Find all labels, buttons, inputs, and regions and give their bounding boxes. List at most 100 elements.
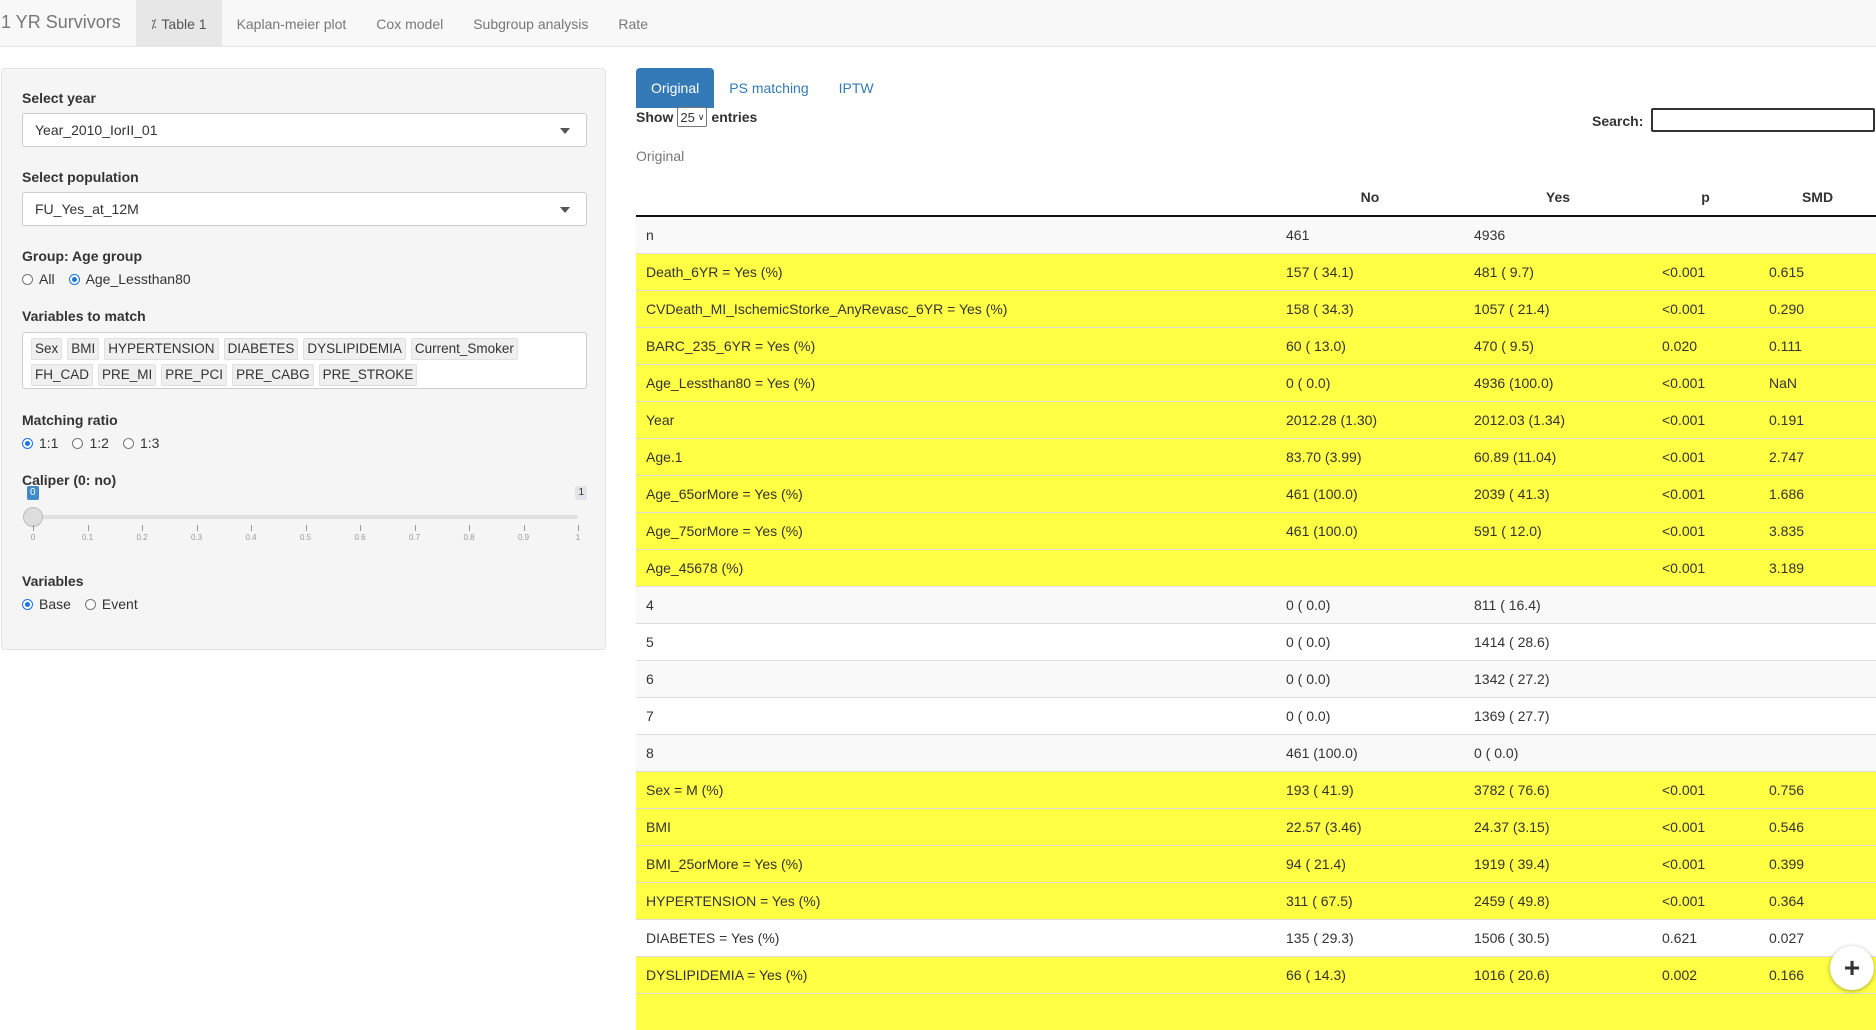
- radio-button[interactable]: [72, 438, 83, 449]
- tab-table-1[interactable]: ⁒ Table 1: [136, 0, 222, 47]
- plus-icon: +: [1844, 952, 1860, 984]
- add-button[interactable]: +: [1830, 946, 1874, 990]
- table-cell: 135 ( 29.3): [1276, 920, 1464, 957]
- table-cell: <0.001: [1652, 883, 1759, 920]
- slider-tick: [306, 525, 307, 531]
- search-input[interactable]: [1651, 108, 1875, 132]
- match-tag[interactable]: PRE_STROKE: [319, 364, 418, 386]
- table-container: NoYespSMD n4614936Death_6YR = Yes (%)157…: [636, 178, 1876, 1030]
- match-tag[interactable]: Sex: [31, 338, 62, 360]
- table-cell: Death_6YR = Yes (%): [636, 254, 1276, 291]
- table-row: Year2012.28 (1.30)2012.03 (1.34)<0.0010.…: [636, 402, 1876, 439]
- table-cell: 0.621: [1652, 920, 1759, 957]
- match-tag[interactable]: DIABETES: [224, 338, 299, 360]
- column-header[interactable]: p: [1652, 178, 1759, 216]
- tab-kaplan-meier-plot[interactable]: Kaplan-meier plot: [222, 0, 362, 47]
- match-tag[interactable]: PRE_PCI: [161, 364, 227, 386]
- table-cell: 5: [636, 624, 1276, 661]
- slider-handle[interactable]: [23, 507, 43, 527]
- table-cell: [1652, 698, 1759, 735]
- ratio-radio-group: 1:1 1:2 1:3: [22, 435, 173, 451]
- ratio-option-1-2[interactable]: 1:2: [72, 435, 108, 451]
- table-cell: 1369 ( 27.7): [1464, 698, 1652, 735]
- search-label: Search:: [1592, 113, 1643, 129]
- ratio-option-1-1[interactable]: 1:1: [22, 435, 58, 451]
- show-entries-control: Show 25 ∨ entries: [636, 107, 757, 127]
- tab-label: Rate: [618, 16, 648, 32]
- table-cell: [1759, 216, 1876, 254]
- radio-button[interactable]: [85, 599, 96, 610]
- table-cell: 1506 ( 30.5): [1464, 920, 1652, 957]
- table-row: Age.183.70 (3.99)60.89 (11.04)<0.0012.74…: [636, 439, 1876, 476]
- column-header[interactable]: [636, 178, 1276, 216]
- table-cell: 157 ( 34.1): [1276, 254, 1464, 291]
- table-cell: 0 ( 0.0): [1276, 365, 1464, 402]
- group-option-age-lessthan80[interactable]: Age_Lessthan80: [69, 271, 191, 287]
- table-cell: [1759, 587, 1876, 624]
- table-cell: [1276, 994, 1464, 1030]
- column-header[interactable]: Yes: [1464, 178, 1652, 216]
- tab-original[interactable]: Original: [636, 68, 714, 108]
- slider-tick: [469, 525, 470, 531]
- slider-tick-label: 0.2: [136, 533, 147, 542]
- match-tag[interactable]: FH_CAD: [31, 364, 93, 386]
- radio-button-selected[interactable]: [22, 438, 33, 449]
- table-cell: 8: [636, 735, 1276, 772]
- table-row: 8461 (100.0)0 ( 0.0): [636, 735, 1876, 772]
- tab-rate[interactable]: Rate: [603, 0, 663, 47]
- table-cell: n: [636, 216, 1276, 254]
- table-cell: Age.1: [636, 439, 1276, 476]
- radio-button[interactable]: [22, 274, 33, 285]
- table-cell: 2012.03 (1.34): [1464, 402, 1652, 439]
- year-select[interactable]: Year_2010_IorII_01: [22, 113, 587, 147]
- table-cell: 461 (100.0): [1276, 513, 1464, 550]
- table-cell: 1342 ( 27.2): [1464, 661, 1652, 698]
- table-cell: [636, 994, 1276, 1030]
- table-cell: 0.191: [1759, 402, 1876, 439]
- variables-option-base[interactable]: Base: [22, 596, 71, 612]
- table-cell: [1759, 735, 1876, 772]
- table-cell: <0.001: [1652, 846, 1759, 883]
- group-option-all[interactable]: All: [22, 271, 55, 287]
- entries-select[interactable]: 25 ∨: [677, 107, 707, 127]
- column-header[interactable]: No: [1276, 178, 1464, 216]
- match-tag[interactable]: PRE_MI: [98, 364, 156, 386]
- table-cell: Age_75orMore = Yes (%): [636, 513, 1276, 550]
- table-cell: Year: [636, 402, 1276, 439]
- table-row: Death_6YR = Yes (%)157 ( 34.1)481 ( 9.7)…: [636, 254, 1876, 291]
- slider-tick-label: 0: [31, 533, 35, 542]
- tab-subgroup-analysis[interactable]: Subgroup analysis: [458, 0, 603, 47]
- match-variables-label: Variables to match: [22, 308, 146, 324]
- table-header-row: NoYespSMD: [636, 178, 1876, 216]
- table-cell: 94 ( 21.4): [1276, 846, 1464, 883]
- table-row: BMI22.57 (3.46)24.37 (3.15)<0.0010.546: [636, 809, 1876, 846]
- match-tag[interactable]: BMI: [67, 338, 99, 360]
- match-tag[interactable]: PRE_CABG: [232, 364, 314, 386]
- match-tag[interactable]: HYPERTENSION: [104, 338, 218, 360]
- slider-tick-label: 0.1: [82, 533, 93, 542]
- app-brand[interactable]: 1 YR Survivors: [1, 12, 121, 33]
- tab-ps-matching[interactable]: PS matching: [714, 68, 823, 108]
- match-tag[interactable]: Current_Smoker: [411, 338, 518, 360]
- column-header[interactable]: SMD: [1759, 178, 1876, 216]
- slider-tick: [415, 525, 416, 531]
- radio-button-selected[interactable]: [69, 274, 80, 285]
- tab-iptw[interactable]: IPTW: [824, 68, 889, 108]
- radio-label: 1:3: [140, 435, 159, 451]
- population-select[interactable]: FU_Yes_at_12M: [22, 192, 587, 226]
- table-cell: 3.835: [1759, 513, 1876, 550]
- slider-track[interactable]: [33, 515, 578, 519]
- table-row: Age_65orMore = Yes (%)461 (100.0)2039 ( …: [636, 476, 1876, 513]
- match-tag[interactable]: DYSLIPIDEMIA: [303, 338, 406, 360]
- table-cell: [1464, 994, 1652, 1030]
- radio-button-selected[interactable]: [22, 599, 33, 610]
- radio-button[interactable]: [123, 438, 134, 449]
- table-row: Age_45678 (%)<0.0013.189: [636, 550, 1876, 587]
- ratio-option-1-3[interactable]: 1:3: [123, 435, 159, 451]
- table-row: BMI_25orMore = Yes (%)94 ( 21.4)1919 ( 3…: [636, 846, 1876, 883]
- table-cell: <0.001: [1652, 291, 1759, 328]
- variables-option-event[interactable]: Event: [85, 596, 138, 612]
- match-variables-input[interactable]: SexBMIHYPERTENSION DIABETESDYSLIPIDEMIACu…: [22, 332, 587, 389]
- tab-cox-model[interactable]: Cox model: [361, 0, 458, 47]
- caliper-slider[interactable]: 0 1 00.10.20.30.40.50.60.70.80.91: [22, 496, 587, 556]
